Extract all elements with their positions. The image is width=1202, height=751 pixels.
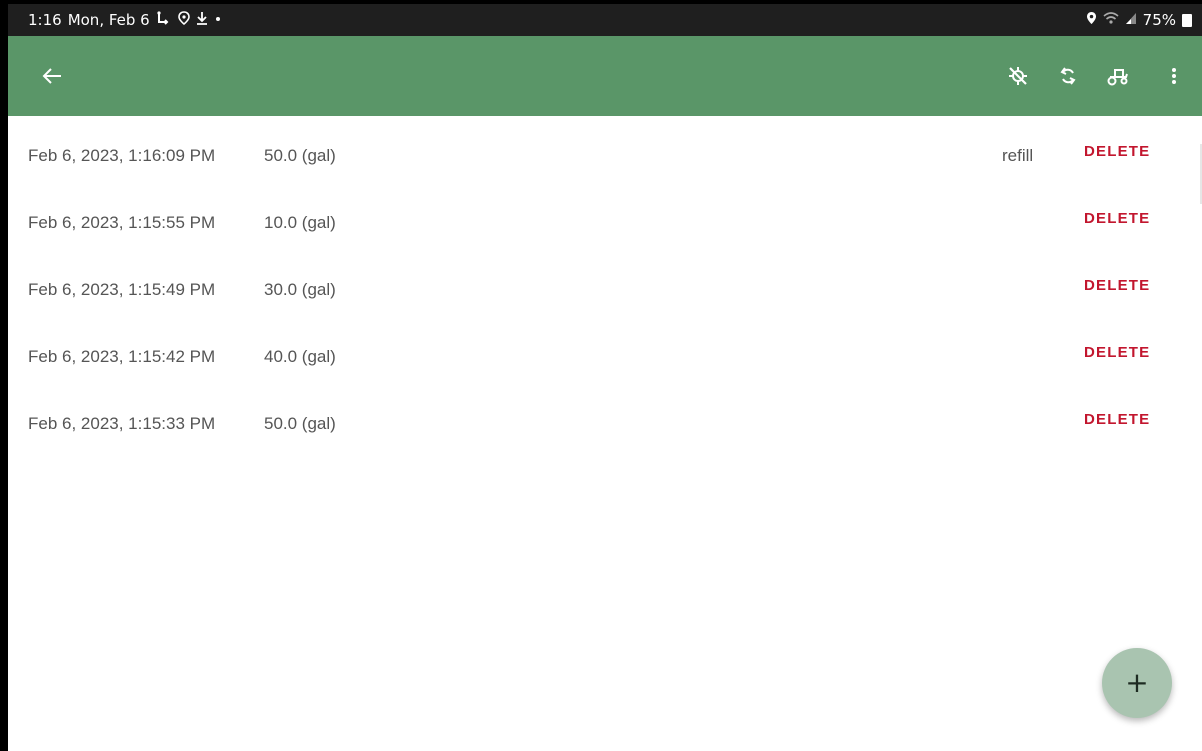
status-right: 75% (1086, 11, 1192, 29)
status-bar: 1:16 Mon, Feb 6 75% (8, 4, 1202, 36)
entry-amount: 50.0 (gal) (264, 414, 336, 433)
gps-off-icon (1009, 67, 1027, 85)
delete-button[interactable]: DELETE (1084, 143, 1150, 160)
list-item: Feb 6, 2023, 1:16:09 PM 50.0 (gal) refil… (8, 116, 1202, 183)
delete-button[interactable]: DELETE (1084, 210, 1150, 227)
status-time: 1:16 (28, 11, 62, 29)
location-status-icon (177, 11, 190, 29)
battery-level: 75% (1142, 11, 1176, 29)
entry-amount: 30.0 (gal) (264, 280, 336, 299)
sync-button[interactable] (1052, 60, 1084, 92)
entry-amount: 40.0 (gal) (264, 347, 336, 366)
sync-icon (1060, 67, 1076, 85)
toolbar (8, 36, 1202, 116)
arrow-left-icon (42, 68, 61, 84)
entry-date: Feb 6, 2023, 1:15:55 PM (28, 213, 216, 232)
status-left: 1:16 Mon, Feb 6 (28, 11, 222, 29)
entry-note: refill (1002, 146, 1034, 165)
add-entry-button[interactable]: + (1102, 648, 1172, 718)
status-date: Mon, Feb 6 (67, 11, 150, 29)
entry-date: Feb 6, 2023, 1:15:33 PM (28, 414, 216, 433)
refill-log-list: Feb 6, 2023, 1:16:09 PM 50.0 (gal) refil… (8, 116, 1202, 451)
back-button[interactable] (36, 60, 68, 92)
plus-icon: + (1125, 666, 1149, 699)
delete-button[interactable]: DELETE (1084, 344, 1150, 361)
list-item: Feb 6, 2023, 1:15:42 PM 40.0 (gal) DELET… (8, 317, 1202, 384)
more-vert-icon (1172, 68, 1176, 84)
notification-dot-icon (214, 11, 222, 29)
entry-date: Feb 6, 2023, 1:15:49 PM (28, 280, 216, 299)
gps-off-button[interactable] (1002, 60, 1034, 92)
tractor-button[interactable] (1102, 60, 1134, 92)
battery-icon (1182, 13, 1192, 27)
app-screen: 1:16 Mon, Feb 6 75% Feb 6, 2023, 1:16:09… (8, 4, 1202, 751)
entry-date: Feb 6, 2023, 1:16:09 PM (28, 146, 216, 165)
route-icon (156, 11, 172, 29)
list-item: Feb 6, 2023, 1:15:33 PM 50.0 (gal) DELET… (8, 384, 1202, 451)
location-icon (1086, 11, 1097, 29)
entry-date: Feb 6, 2023, 1:15:42 PM (28, 347, 216, 366)
download-icon (196, 11, 208, 29)
list-item: Feb 6, 2023, 1:15:55 PM 10.0 (gal) DELET… (8, 183, 1202, 250)
signal-icon (1125, 11, 1137, 29)
delete-button[interactable]: DELETE (1084, 411, 1150, 428)
list-item: Feb 6, 2023, 1:15:49 PM 30.0 (gal) DELET… (8, 250, 1202, 317)
entry-amount: 10.0 (gal) (264, 213, 336, 232)
tractor-icon (1107, 69, 1128, 86)
wifi-icon (1103, 11, 1119, 29)
more-options-button[interactable] (1158, 60, 1190, 92)
entry-amount: 50.0 (gal) (264, 146, 336, 165)
delete-button[interactable]: DELETE (1084, 277, 1150, 294)
